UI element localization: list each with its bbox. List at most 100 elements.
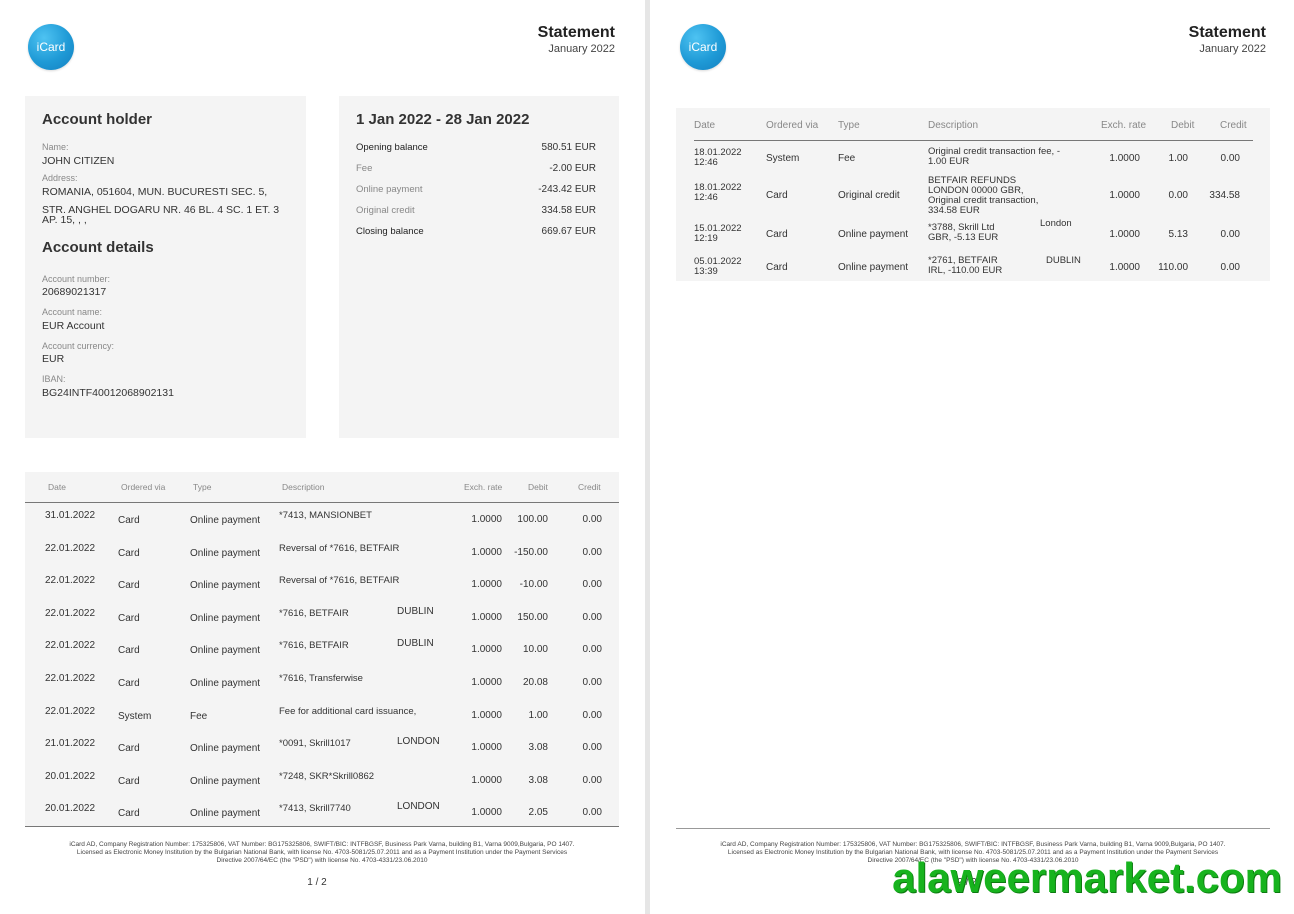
cell-exch-rate: 1.0000 — [1109, 229, 1140, 240]
cell-description: Reversal of *7616, BETFAIR — [279, 542, 400, 554]
cell-description: *7413, MANSIONBET — [279, 510, 372, 521]
cell-ordered-via: Card — [766, 190, 788, 201]
table-row: 21.01.2022 Card Online payment *0091, Skril… — [0, 736, 645, 770]
cell-date: 22.01.2022 — [45, 705, 96, 717]
summary-value: 580.51 EUR — [541, 142, 596, 153]
cell-credit: 0.00 — [582, 807, 602, 819]
address-label: Address: — [42, 173, 78, 183]
cell-description: IRL, -110.00 EUR — [928, 265, 1003, 276]
account-currency: EUR — [42, 353, 65, 365]
statement-month: January 2022 — [1199, 43, 1266, 55]
footer-divider — [676, 828, 1270, 829]
account-details-heading: Account details — [42, 239, 154, 256]
table-row: 22.01.2022 Card Online payment Reversal of … — [0, 575, 645, 607]
cell-credit: 0.00 — [582, 611, 602, 623]
cell-credit: 0.00 — [1220, 262, 1240, 273]
cell-credit: 334.58 — [1209, 190, 1240, 201]
cell-ordered-via: Card — [118, 612, 140, 624]
statement-period: 1 Jan 2022 - 28 Jan 2022 — [356, 111, 530, 128]
cell-credit: 0.00 — [582, 546, 602, 558]
cell-type: Online payment — [190, 515, 261, 526]
col-header-date: Date — [48, 482, 66, 492]
cell-type: Original credit — [838, 190, 900, 201]
cell-credit: 0.00 — [582, 709, 602, 721]
account-holder-heading: Account holder — [42, 111, 153, 128]
cell-time: 12:19 — [694, 233, 718, 244]
cell-ordered-via: System — [118, 710, 152, 722]
col-header-exch-rate: Exch. rate — [464, 482, 503, 492]
table-row: 20.01.2022 Card Online payment *7248, SKR*S… — [0, 771, 645, 803]
cell-ordered-via: Card — [118, 743, 140, 755]
summary-label: Opening balance — [356, 142, 428, 153]
cell-type: Online payment — [838, 229, 909, 240]
cell-ordered-via: Card — [118, 580, 140, 592]
cell-debit: -10.00 — [519, 579, 548, 591]
table-row: 05.01.2022 13:39 Card Online payment *2761, … — [650, 255, 1294, 285]
cell-date: 20.01.2022 — [45, 770, 96, 782]
table-bottom-divider — [25, 826, 619, 827]
iban-label: IBAN: — [42, 374, 66, 384]
cell-city: DUBLIN — [397, 605, 434, 617]
cell-description: *7248, SKR*Skrill0862 — [279, 770, 375, 782]
cell-debit: 100.00 — [517, 514, 548, 525]
footer-line-3: Directive 2007/64/EC (the "PSD") with li… — [216, 857, 428, 864]
cell-debit: 5.13 — [1168, 229, 1188, 240]
table-row: 15.01.2022 12:19 Card Online payment *3788, … — [650, 218, 1294, 252]
col-header-credit: Credit — [578, 482, 601, 492]
cell-date: 20.01.2022 — [45, 803, 96, 815]
cell-debit: 20.08 — [522, 677, 548, 688]
col-header-credit: Credit — [1220, 120, 1247, 131]
cell-credit: 0.00 — [582, 644, 602, 656]
cell-time: 12:46 — [694, 157, 718, 168]
cell-debit: 0.00 — [1168, 190, 1188, 201]
cell-exch-rate: 1.0000 — [471, 514, 502, 525]
cell-city: LONDON — [397, 736, 440, 748]
cell-time: 12:46 — [694, 192, 718, 203]
col-header-description: Description — [928, 120, 979, 131]
table-row: 31.01.2022 Card Online payment *7413, MANSI… — [0, 510, 645, 542]
cell-description: *7616, Transferwise — [279, 673, 363, 684]
cell-exch-rate: 1.0000 — [471, 709, 502, 721]
cell-debit: 10.00 — [522, 644, 548, 656]
table-row: 22.01.2022 Card Online payment Reversal of … — [0, 543, 645, 575]
name-label: Name: — [42, 142, 69, 152]
statement-month: January 2022 — [548, 43, 615, 55]
col-header-debit: Debit — [528, 482, 548, 492]
cell-city: LONDON — [397, 801, 440, 813]
address-line-1: ROMANIA, 051604, MUN. BUCURESTI SEC. 5, — [42, 186, 268, 198]
col-header-debit: Debit — [1171, 120, 1195, 131]
cell-time: 13:39 — [694, 266, 718, 277]
cell-description: *7616, BETFAIR — [279, 607, 349, 619]
cell-credit: 0.00 — [582, 774, 602, 786]
cell-exch-rate: 1.0000 — [471, 677, 502, 688]
cell-debit: 150.00 — [517, 611, 548, 623]
cell-date: 22.01.2022 — [45, 542, 96, 554]
table-row: 20.01.2022 Card Online payment *7413, Skril… — [0, 801, 645, 835]
cell-type: Online payment — [190, 612, 261, 624]
table-row: 22.01.2022 Card Online payment *7616, Trans… — [0, 673, 645, 705]
summary-label: Original credit — [356, 205, 415, 216]
page-number-1: 1 / 2 — [307, 877, 327, 888]
summary-label: Online payment — [356, 184, 423, 195]
col-header-type: Type — [193, 482, 212, 492]
table-header-divider — [694, 140, 1253, 141]
cell-credit: 0.00 — [582, 677, 602, 688]
table-row: 22.01.2022 Card Online payment *7616, BETFA… — [0, 638, 645, 672]
cell-exch-rate: 1.0000 — [1109, 190, 1140, 201]
cell-type: Online payment — [190, 645, 261, 657]
cell-credit: 0.00 — [1220, 153, 1240, 164]
cell-debit: 110.00 — [1158, 262, 1188, 273]
cell-date: 22.01.2022 — [45, 575, 96, 587]
statement-title: Statement — [537, 24, 615, 41]
cell-exch-rate: 1.0000 — [471, 644, 502, 656]
cell-description: GBR, -5.13 EUR — [928, 232, 999, 243]
cell-exch-rate: 1.0000 — [1109, 153, 1140, 164]
footer-legal: iCard AD, Company Registration Number: 1… — [25, 841, 619, 865]
cell-date: 21.01.2022 — [45, 738, 96, 750]
cell-type: Online payment — [190, 743, 261, 755]
cell-debit: 3.08 — [528, 742, 548, 754]
cell-description: Fee for additional card issuance, — [279, 705, 417, 717]
account-name: EUR Account — [42, 320, 105, 332]
cell-city: DUBLIN — [397, 638, 434, 650]
summary-label: Fee — [356, 163, 373, 174]
